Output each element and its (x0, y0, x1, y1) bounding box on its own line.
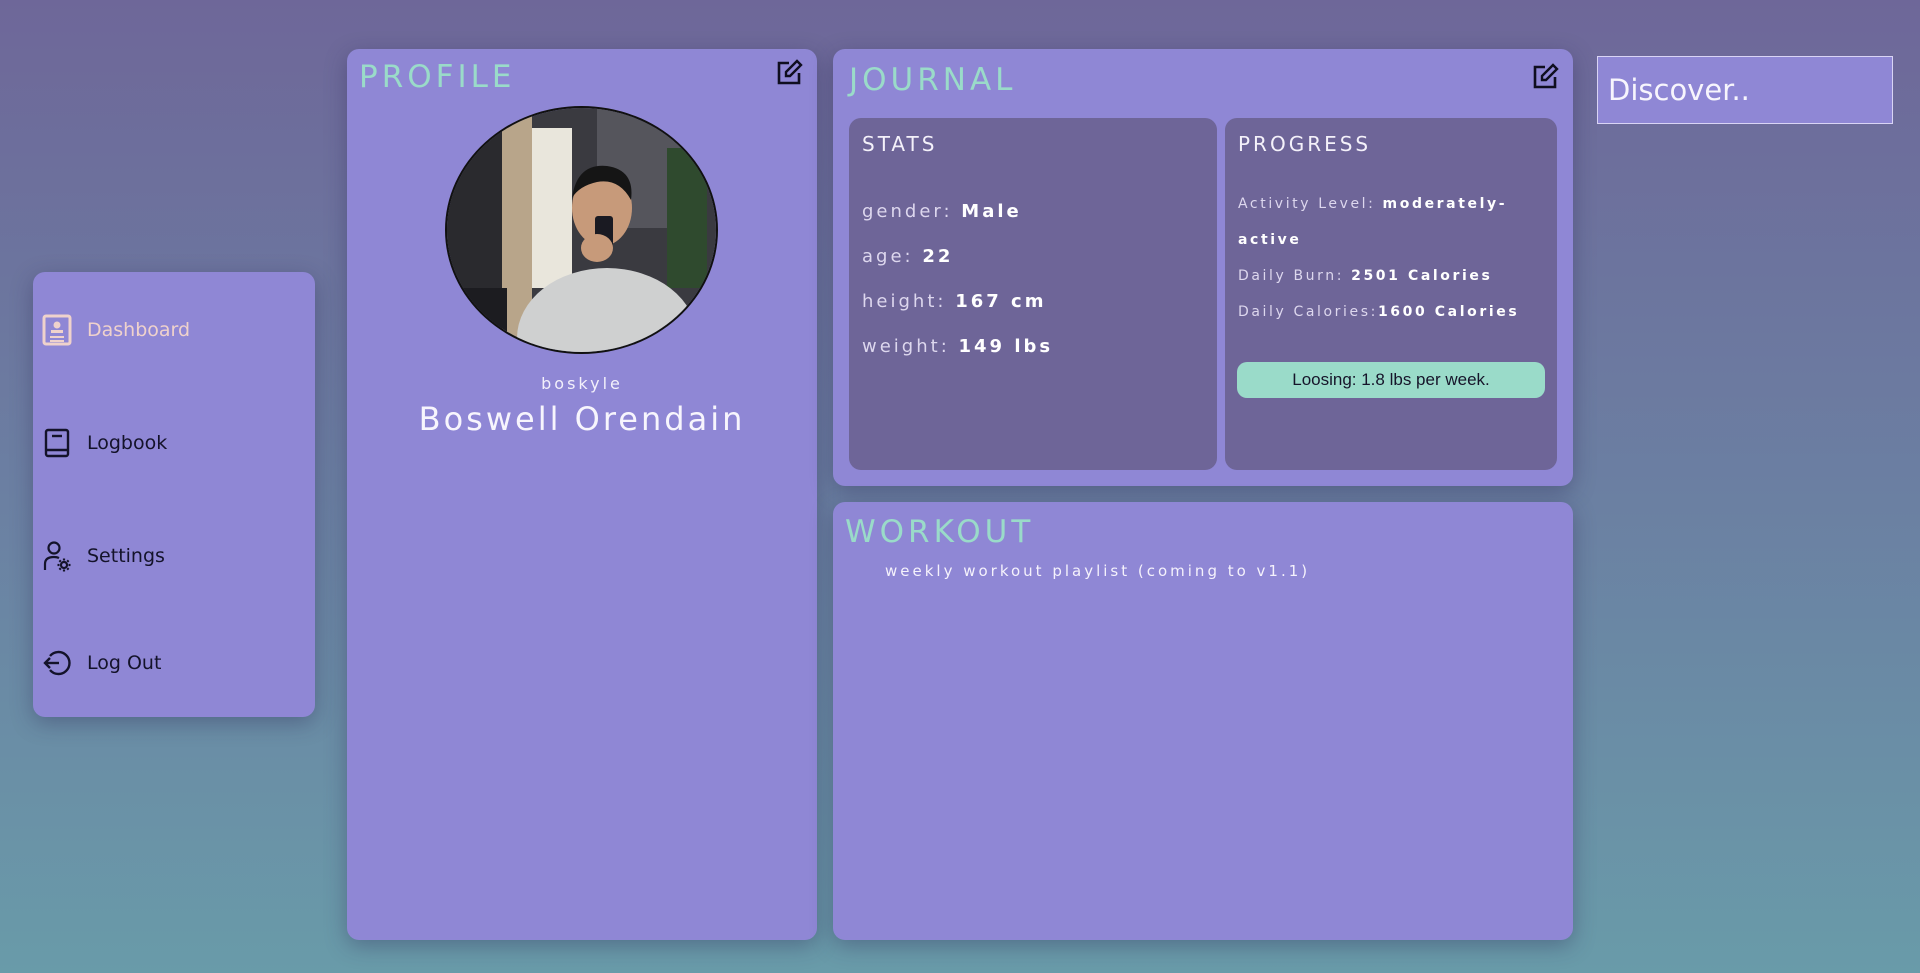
sidebar-item-logout[interactable]: Log Out (41, 647, 161, 679)
progress-value: 1600 Calories (1377, 304, 1520, 320)
stat-value: 149 lbs (958, 336, 1054, 357)
workout-subtitle: weekly workout playlist (coming to v1.1) (885, 562, 1311, 580)
progress-panel: PROGRESS Activity Level: moderately-acti… (1225, 118, 1557, 470)
journal-title: JOURNAL (849, 62, 1017, 98)
stat-height: height: 167 cm (862, 291, 1046, 312)
book-icon (41, 427, 73, 459)
progress-daily-burn: Daily Burn: 2501 Calories (1238, 258, 1548, 294)
progress-label: Activity Level: (1238, 196, 1376, 212)
discover-search-input[interactable] (1597, 56, 1893, 124)
edit-icon (1531, 62, 1559, 96)
sidebar-nav: Dashboard Logbook Settings Log Out (33, 272, 315, 717)
workout-card: WORKOUT weekly workout playlist (coming … (833, 502, 1573, 940)
sidebar-item-label: Logbook (87, 432, 168, 454)
sidebar-item-logbook[interactable]: Logbook (41, 427, 167, 459)
stat-value: Male (961, 201, 1022, 222)
profile-username: boskyle (541, 374, 623, 393)
progress-daily-calories: Daily Calories:1600 Calories (1238, 294, 1548, 330)
profile-full-name: Boswell Orendain (418, 400, 746, 438)
workout-title: WORKOUT (845, 514, 1035, 550)
stat-gender: gender: Male (862, 201, 1022, 222)
stat-label: height: (862, 291, 947, 312)
stat-value: 22 (922, 246, 954, 267)
dashboard-icon (41, 314, 73, 346)
weight-goal-badge: Loosing: 1.8 lbs per week. (1237, 362, 1545, 398)
progress-label: Daily Burn: (1238, 268, 1345, 284)
journal-edit-button[interactable] (1529, 62, 1561, 96)
stat-value: 167 cm (955, 291, 1047, 312)
sidebar-item-label: Dashboard (87, 319, 191, 341)
stats-title: STATS (862, 132, 938, 156)
stat-label: gender: (862, 201, 953, 222)
profile-edit-button[interactable] (773, 58, 805, 92)
user-settings-icon (41, 540, 73, 572)
stat-weight: weight: 149 lbs (862, 336, 1053, 357)
sidebar-item-label: Log Out (87, 652, 162, 674)
edit-icon (775, 58, 803, 92)
stat-age: age: 22 (862, 246, 953, 267)
logout-icon (41, 647, 73, 679)
sidebar-item-settings[interactable]: Settings (41, 540, 165, 572)
progress-activity-level: Activity Level: moderately-active (1238, 186, 1548, 258)
stat-label: age: (862, 246, 914, 267)
progress-title: PROGRESS (1238, 132, 1372, 156)
stat-label: weight: (862, 336, 950, 357)
progress-label: Daily Calories: (1238, 304, 1378, 320)
sidebar-item-label: Settings (87, 545, 165, 567)
progress-value: 2501 Calories (1351, 268, 1493, 284)
profile-title: PROFILE (359, 59, 516, 95)
stats-panel: STATS gender: Male age: 22 height: 167 c… (849, 118, 1217, 470)
journal-card: JOURNAL STATS gender: Male age: 22 heigh… (833, 49, 1573, 486)
avatar (445, 106, 718, 354)
profile-card: PROFILE boskyle Boswell Orendain (347, 49, 817, 940)
sidebar-item-dashboard[interactable]: Dashboard (41, 314, 190, 346)
